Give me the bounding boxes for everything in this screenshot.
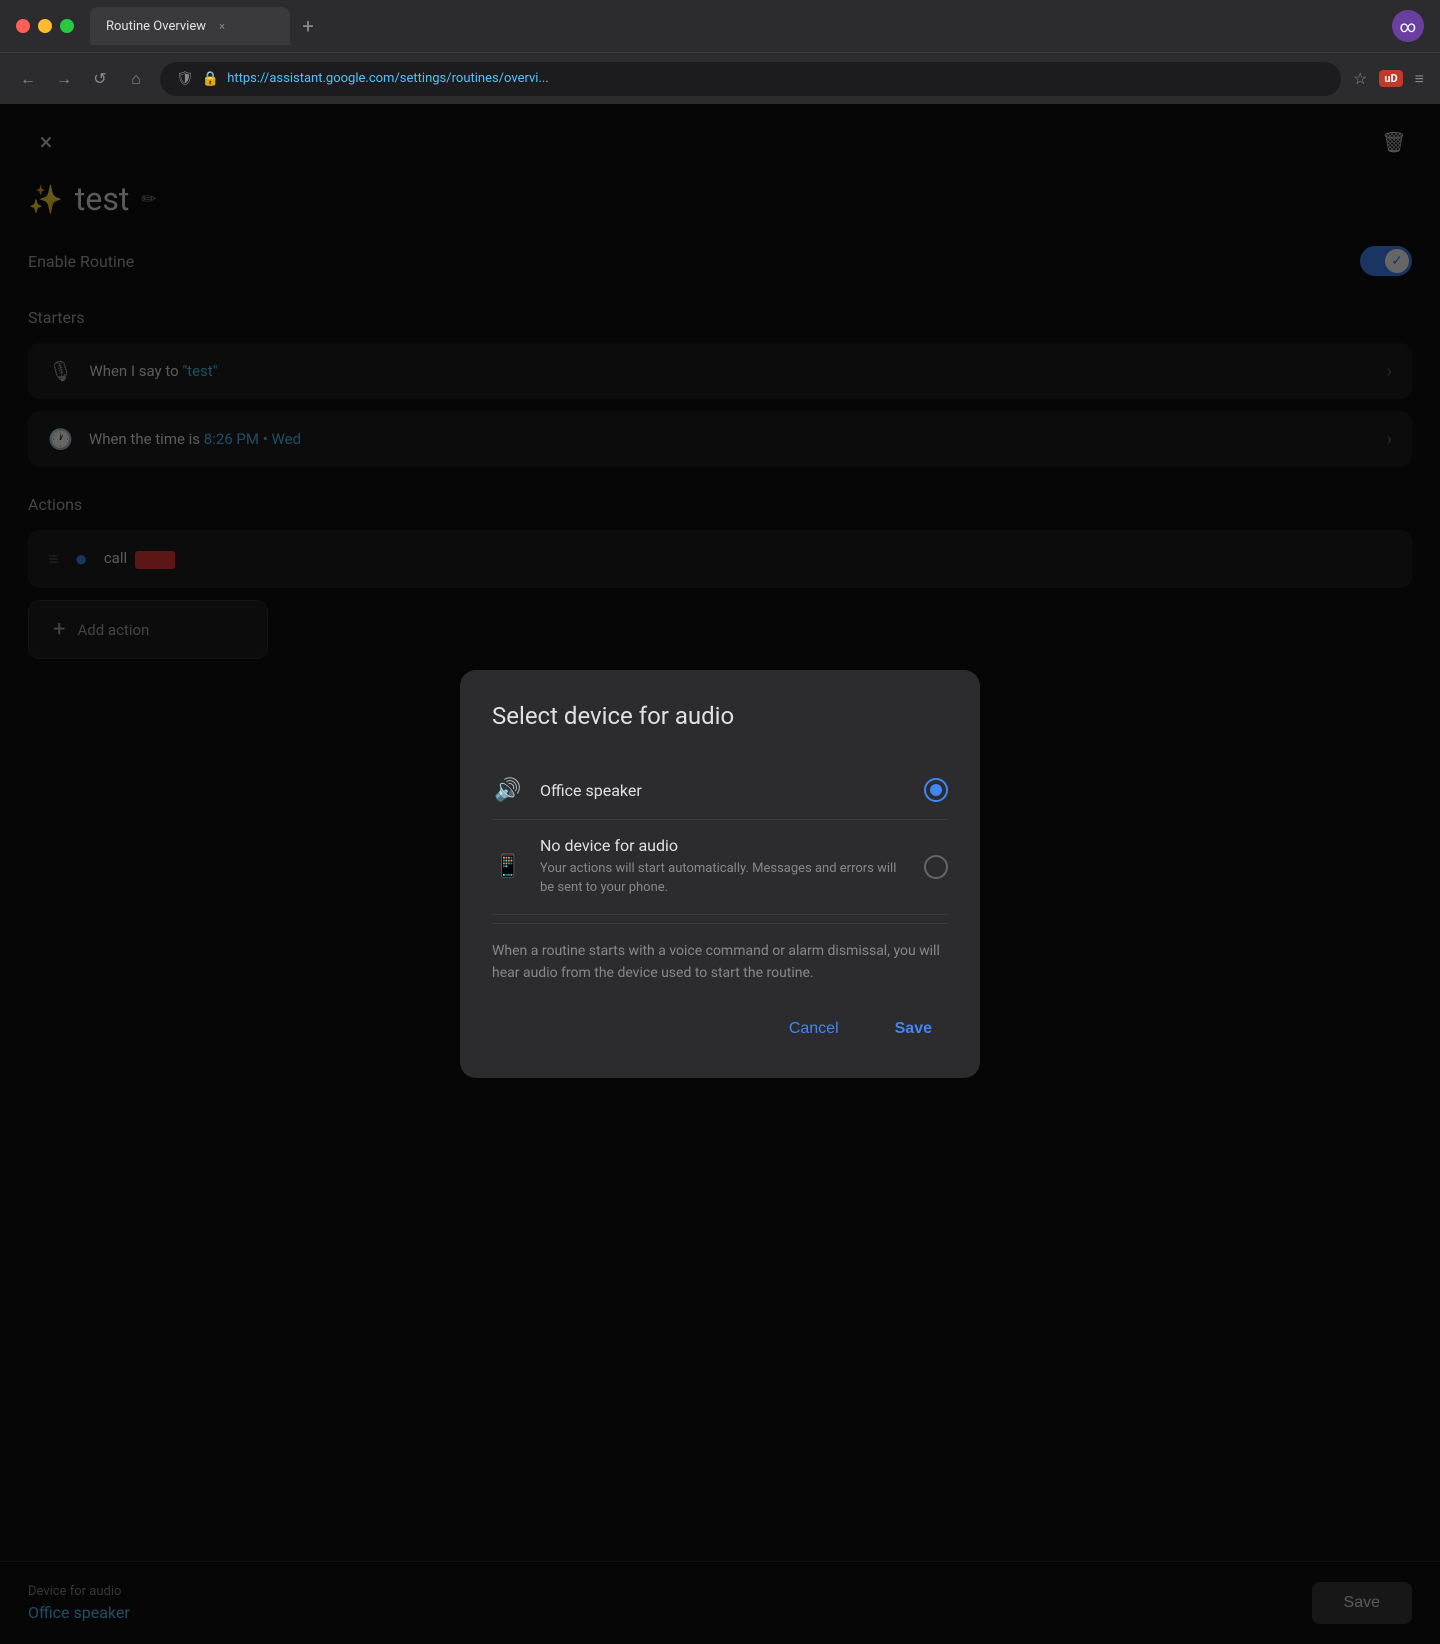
browser-tab-active[interactable]: Routine Overview ×: [90, 7, 290, 45]
tab-close-button[interactable]: ×: [214, 18, 230, 34]
bookmark-icon[interactable]: ☆: [1353, 69, 1367, 88]
device-option-office-speaker[interactable]: 🔊 Office speaker: [492, 762, 948, 820]
shield-icon: 🛡: [176, 71, 194, 87]
back-button[interactable]: ←: [16, 67, 40, 91]
phone-icon: 📱: [492, 854, 524, 879]
no-device-desc: Your actions will start automatically. M…: [540, 859, 908, 898]
modal-info-text: When a routine starts with a voice comma…: [492, 940, 948, 985]
radio-office-speaker[interactable]: [924, 778, 948, 802]
office-speaker-name: Office speaker: [540, 781, 908, 800]
radio-inner-selected: [930, 784, 942, 796]
home-button[interactable]: ⌂: [124, 67, 148, 91]
refresh-button[interactable]: ↺: [88, 67, 112, 91]
url-display: https://assistant.google.com/settings/ro…: [227, 71, 549, 86]
modal-divider: [492, 923, 948, 924]
page-content: × 🗑 ✨ test ✏ Enable Routine ✓ Starters 🎙…: [0, 104, 1440, 1644]
browser-titlebar: Routine Overview × + ∞: [0, 0, 1440, 52]
new-tab-button[interactable]: +: [294, 12, 322, 40]
select-device-modal: Select device for audio 🔊 Office speaker…: [460, 670, 980, 1079]
tab-bar: Routine Overview × +: [90, 7, 1384, 45]
radio-no-device[interactable]: [924, 855, 948, 879]
no-device-info: No device for audio Your actions will st…: [540, 836, 908, 898]
browser-menu-icon[interactable]: ≡: [1415, 69, 1424, 89]
traffic-light-red[interactable]: [16, 19, 30, 33]
modal-save-button[interactable]: Save: [879, 1012, 948, 1046]
address-input[interactable]: 🛡 🔒 https://assistant.google.com/setting…: [160, 62, 1341, 96]
no-device-name: No device for audio: [540, 836, 908, 855]
browser-avatar[interactable]: ∞: [1392, 10, 1424, 42]
modal-actions: Cancel Save: [492, 1012, 948, 1046]
office-speaker-info: Office speaker: [540, 781, 908, 800]
address-bar: ← → ↺ ⌂ 🛡 🔒 https://assistant.google.com…: [0, 52, 1440, 104]
modal-title: Select device for audio: [492, 702, 948, 730]
device-option-no-device[interactable]: 📱 No device for audio Your actions will …: [492, 820, 948, 915]
tab-title: Routine Overview: [106, 19, 206, 34]
modal-cancel-button[interactable]: Cancel: [773, 1012, 855, 1046]
modal-overlay: Select device for audio 🔊 Office speaker…: [0, 104, 1440, 1644]
toolbar-right: ☆ uD ≡: [1353, 69, 1424, 89]
lock-icon: 🔒: [202, 71, 219, 87]
ublock-icon[interactable]: uD: [1379, 70, 1402, 87]
traffic-light-yellow[interactable]: [38, 19, 52, 33]
forward-button[interactable]: →: [52, 67, 76, 91]
traffic-light-green[interactable]: [60, 19, 74, 33]
speaker-icon: 🔊: [492, 778, 524, 803]
traffic-lights: [16, 19, 74, 33]
